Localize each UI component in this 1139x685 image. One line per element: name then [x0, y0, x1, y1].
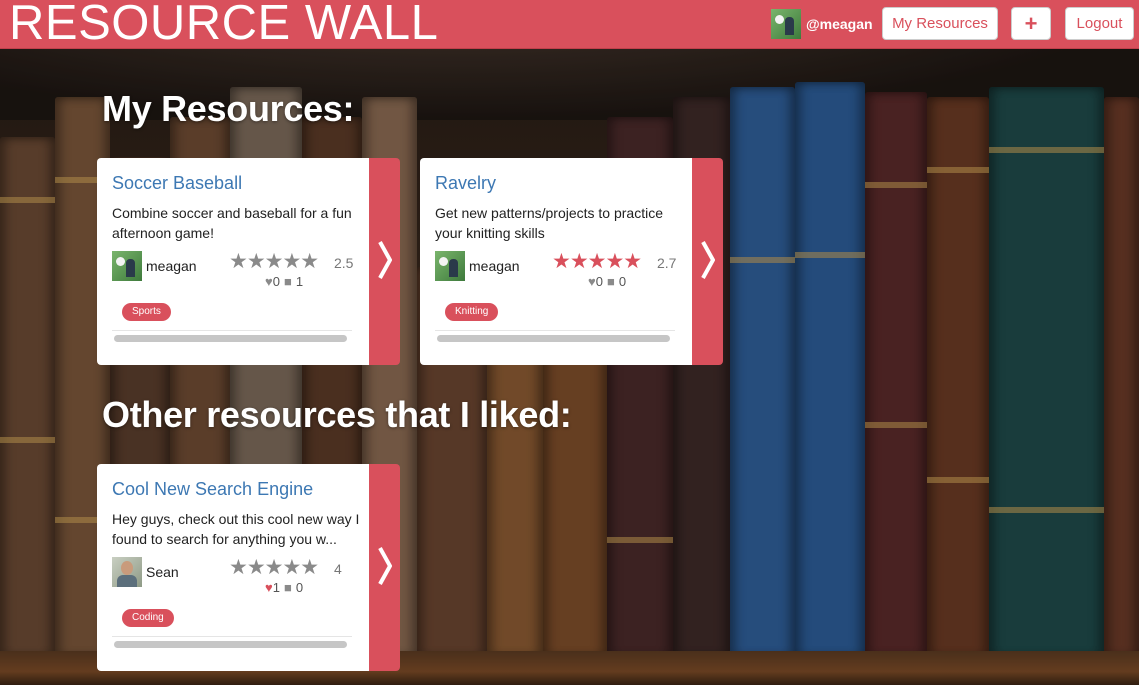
resource-card: Soccer Baseball Combine soccer and baseb… [97, 158, 400, 365]
author-avatar [435, 251, 465, 281]
open-resource-button[interactable] [692, 158, 723, 365]
resource-card-body: Soccer Baseball Combine soccer and baseb… [97, 158, 370, 365]
resource-author[interactable]: meagan [435, 251, 520, 281]
star-rating[interactable]: ★★★★★ [552, 251, 642, 272]
author-name: Sean [146, 564, 179, 580]
resource-stats: ♥ 0 ■ 1 [265, 274, 303, 289]
heart-icon[interactable]: ♥ [265, 580, 273, 595]
star-rating[interactable]: ★★★★★ [229, 557, 319, 578]
brand-logo[interactable]: RESOURCE WALL [9, 0, 438, 50]
comment-count: 1 [295, 274, 304, 289]
my-resources-button[interactable]: My Resources [882, 7, 998, 40]
liked-resources-heading: Other resources that I liked: [102, 394, 572, 435]
author-avatar [112, 557, 142, 587]
comment-input-area[interactable] [112, 636, 352, 651]
current-user[interactable]: @meagan [771, 9, 873, 39]
comment-icon[interactable]: ■ [607, 274, 615, 289]
rating-value: 2.5 [334, 255, 354, 271]
resource-description: Get new patterns/projects to practice yo… [435, 205, 663, 241]
author-avatar [112, 251, 142, 281]
like-count: 0 [272, 274, 280, 289]
comment-icon[interactable]: ■ [284, 274, 292, 289]
category-tag[interactable]: Knitting [445, 303, 499, 321]
category-tag[interactable]: Sports [122, 303, 171, 321]
chevron-right-icon [378, 241, 392, 279]
heart-icon[interactable]: ♥ [588, 274, 596, 289]
logout-button[interactable]: Logout [1065, 7, 1134, 40]
resource-card: Cool New Search Engine Hey guys, check o… [97, 464, 400, 671]
category-tag[interactable]: Coding [122, 609, 174, 627]
rating-value: 4 [334, 561, 342, 577]
rating-value: 2.7 [657, 255, 677, 271]
open-resource-button[interactable] [369, 158, 400, 365]
like-count: 1 [272, 580, 280, 595]
comment-count: 0 [618, 274, 627, 289]
user-handle: @meagan [806, 16, 873, 32]
chevron-right-icon [378, 547, 392, 585]
resource-stats: ♥ 0 ■ 0 [588, 274, 626, 289]
resource-description: Hey guys, check out this cool new way I … [112, 511, 360, 547]
resource-card-body: Ravelry Get new patterns/projects to pra… [420, 158, 693, 365]
star-rating[interactable]: ★★★★★ [229, 251, 319, 272]
top-navbar: RESOURCE WALL @meagan My Resources + Log… [0, 0, 1139, 50]
open-resource-button[interactable] [369, 464, 400, 671]
resource-card-body: Cool New Search Engine Hey guys, check o… [97, 464, 370, 671]
author-name: meagan [146, 258, 197, 274]
like-count: 0 [595, 274, 603, 289]
chevron-right-icon [701, 241, 715, 279]
resource-title-link[interactable]: Cool New Search Engine [112, 479, 313, 500]
my-resources-heading: My Resources: [102, 88, 355, 129]
comment-icon[interactable]: ■ [284, 580, 292, 595]
author-name: meagan [469, 258, 520, 274]
resource-description: Combine soccer and baseball for a fun af… [112, 205, 352, 241]
resource-card: Ravelry Get new patterns/projects to pra… [420, 158, 723, 365]
resource-title-link[interactable]: Soccer Baseball [112, 173, 242, 194]
heart-icon[interactable]: ♥ [265, 274, 273, 289]
comment-input-area[interactable] [112, 330, 352, 345]
resource-title-link[interactable]: Ravelry [435, 173, 496, 194]
user-avatar [771, 9, 801, 39]
comment-count: 0 [295, 580, 304, 595]
comment-input-area[interactable] [435, 330, 675, 345]
resource-author[interactable]: meagan [112, 251, 197, 281]
resource-author[interactable]: Sean [112, 557, 179, 587]
resource-stats: ♥ 1 ■ 0 [265, 580, 303, 595]
add-resource-button[interactable]: + [1011, 7, 1051, 40]
